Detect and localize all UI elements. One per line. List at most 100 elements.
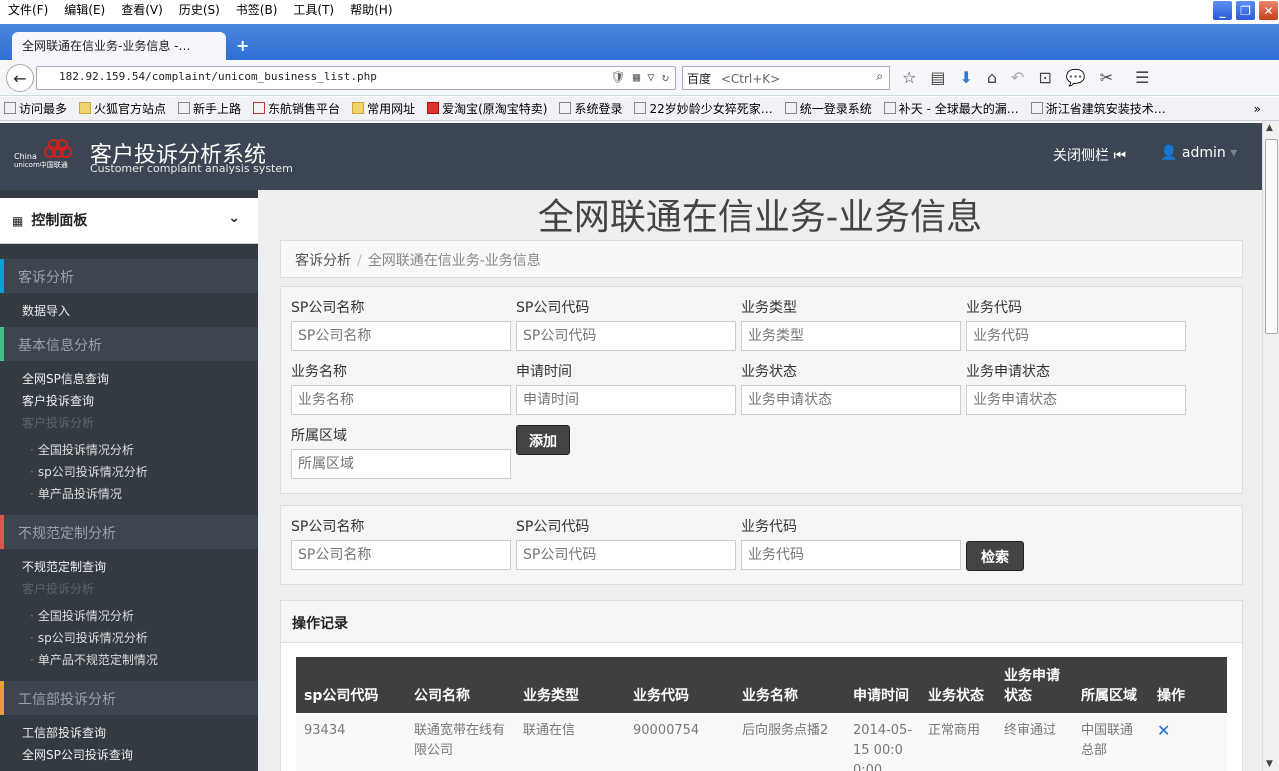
- business-type-input[interactable]: [741, 321, 961, 351]
- bookmark-item[interactable]: 系统登录: [559, 100, 622, 117]
- col-apply-time[interactable]: 申请时间: [845, 657, 920, 713]
- search-button[interactable]: 检索: [966, 541, 1024, 571]
- col-business-code[interactable]: 业务代码: [625, 657, 734, 713]
- scroll-down-icon[interactable]: ▼: [1266, 759, 1273, 769]
- col-apply-status[interactable]: 业务申请状态: [996, 657, 1073, 713]
- sidebar-section-basic-info[interactable]: 基本信息分析: [0, 327, 258, 361]
- menu-bookmarks[interactable]: 书签(B): [228, 1, 286, 18]
- page-scrollbar[interactable]: ▲ ▼: [1262, 121, 1279, 771]
- download-icon[interactable]: ⬇: [959, 68, 972, 87]
- menu-edit[interactable]: 编辑(E): [56, 1, 113, 18]
- search-business-code-input[interactable]: [741, 540, 961, 570]
- col-region[interactable]: 所属区域: [1073, 657, 1149, 713]
- col-business-status[interactable]: 业务状态: [920, 657, 996, 713]
- search-box[interactable]: 百度 <Ctrl+K> ⌕: [682, 66, 890, 90]
- user-menu[interactable]: 👤 admin ▾: [1160, 145, 1237, 161]
- business-status-input[interactable]: [741, 385, 961, 415]
- sidebar-section-complaint[interactable]: 客诉分析: [0, 259, 258, 293]
- menu-history[interactable]: 历史(S): [171, 1, 228, 18]
- menu-file[interactable]: 文件(F): [0, 1, 56, 18]
- more-bookmarks-icon[interactable]: »: [1254, 102, 1261, 116]
- window-controls: _ ❐ ✕: [1212, 0, 1279, 21]
- bookmark-item[interactable]: 新手上路: [178, 100, 241, 117]
- bookmark-item[interactable]: 常用网址: [352, 100, 415, 117]
- scrollbar-thumb[interactable]: [1265, 139, 1278, 334]
- cell-region: 中国联通总部: [1073, 713, 1149, 771]
- sidebar-section-miit[interactable]: 工信部投诉分析: [0, 681, 258, 715]
- apply-status-input[interactable]: [966, 385, 1186, 415]
- user-icon: 👤: [1160, 145, 1178, 161]
- col-action[interactable]: 操作: [1149, 657, 1227, 713]
- sp-company-name-input[interactable]: [291, 321, 511, 351]
- new-tab-button[interactable]: +: [236, 36, 249, 55]
- sidebar-item-complaint-analysis-2[interactable]: 客户投诉分析: [22, 580, 94, 597]
- back-arrow-icon[interactable]: ←: [6, 64, 34, 92]
- close-window-button[interactable]: ✕: [1258, 0, 1279, 21]
- cell-business-status: 正常商用: [920, 713, 996, 771]
- bookmark-item[interactable]: 补天 - 全球最大的漏…: [883, 100, 1019, 117]
- add-button[interactable]: 添加: [516, 425, 570, 455]
- addon-icon[interactable]: ✂: [1100, 68, 1113, 87]
- main-content: 全网联通在信业务-业务信息 客诉分析 / 全网联通在信业务-业务信息 SP公司名称 …: [258, 190, 1262, 771]
- grid-icon: ▦: [12, 214, 24, 228]
- sp-company-code-input[interactable]: [516, 321, 736, 351]
- business-code-input[interactable]: [966, 321, 1186, 351]
- sidebar-item-data-import[interactable]: 数据导入: [22, 302, 70, 319]
- sidebar-sub-sp-company-2[interactable]: sp公司投诉情况分析: [30, 629, 148, 646]
- bookmark-item[interactable]: 火狐官方站点: [79, 100, 166, 117]
- menu-help[interactable]: 帮助(H): [342, 1, 400, 18]
- dashboard-toggle[interactable]: ▦ 控制面板 ⌄: [0, 198, 258, 244]
- sidebar-sub-sp-company[interactable]: sp公司投诉情况分析: [30, 463, 148, 480]
- scroll-up-icon[interactable]: ▲: [1266, 123, 1273, 133]
- business-name-input[interactable]: [291, 385, 511, 415]
- search-sp-code-input[interactable]: [516, 540, 736, 570]
- sidebar-item-irregular-query[interactable]: 不规范定制查询: [22, 558, 106, 575]
- reading-list-icon[interactable]: ▤: [930, 68, 945, 87]
- col-business-name[interactable]: 业务名称: [734, 657, 845, 713]
- bookmark-item[interactable]: 统一登录系统: [784, 100, 872, 117]
- url-actions-icon[interactable]: 🛡 ▦ ▽ ↻: [610, 70, 669, 84]
- sidebar-sub-single-product[interactable]: 单产品投诉情况: [30, 485, 122, 502]
- bookmark-item[interactable]: 22岁妙龄少女猝死家…: [634, 100, 773, 117]
- home-icon[interactable]: ⌂: [987, 68, 997, 87]
- search-icon[interactable]: ⌕: [876, 69, 883, 84]
- minimize-button[interactable]: _: [1212, 0, 1233, 21]
- svg-text:unicom中国联通: unicom中国联通: [14, 160, 68, 169]
- chat-icon[interactable]: 💬: [1066, 68, 1086, 87]
- bookmark-item[interactable]: 东航销售平台: [253, 100, 340, 117]
- star-icon[interactable]: ☆: [902, 68, 916, 87]
- bookmark-item[interactable]: 浙江省建筑安装技术…: [1030, 100, 1166, 117]
- sidebar-item-sp-company-query[interactable]: 全网SP公司投诉查询: [22, 746, 133, 763]
- col-business-type[interactable]: 业务类型: [515, 657, 625, 713]
- crop-icon[interactable]: ⊡: [1038, 68, 1051, 87]
- sidebar-section-irregular[interactable]: 不规范定制分析: [0, 515, 258, 549]
- bookmark-item[interactable]: 访问最多: [4, 100, 67, 117]
- sidebar-sub-national-2[interactable]: 全国投诉情况分析: [30, 607, 134, 624]
- cell-business-code: 90000754: [625, 713, 734, 771]
- browser-tab[interactable]: 全网联通在信业务-业务信息 -…: [12, 32, 226, 60]
- url-bar[interactable]: 182.92.159.54/complaint/unicom_business_…: [36, 66, 676, 90]
- undo-icon[interactable]: ↶: [1011, 68, 1024, 87]
- sidebar-item-complaint-analysis[interactable]: 客户投诉分析: [22, 414, 94, 431]
- sidebar-item-sp-info[interactable]: 全网SP信息查询: [22, 370, 109, 387]
- col-sp-code[interactable]: sp公司代码: [296, 657, 406, 713]
- delete-icon[interactable]: ✕: [1157, 721, 1170, 740]
- menu-view[interactable]: 查看(V): [113, 1, 171, 18]
- col-company-name[interactable]: 公司名称: [406, 657, 515, 713]
- bookmark-item[interactable]: 爱淘宝(原淘宝特卖): [427, 100, 547, 117]
- sidebar-item-complaint-query[interactable]: 客户投诉查询: [22, 392, 94, 409]
- close-sidebar-button[interactable]: 关闭侧栏 ⏮: [1053, 145, 1126, 165]
- apply-time-input[interactable]: [516, 385, 736, 415]
- search-sp-name-input[interactable]: [291, 540, 511, 570]
- cell-company-name: 联通宽带在线有限公司: [406, 713, 515, 771]
- bookmark-icon: [253, 102, 266, 114]
- menu-tools[interactable]: 工具(T): [285, 1, 342, 18]
- maximize-button[interactable]: ❐: [1235, 0, 1256, 21]
- sidebar-item-miit-query[interactable]: 工信部投诉查询: [22, 724, 106, 741]
- breadcrumb-link[interactable]: 客诉分析: [295, 253, 351, 269]
- sidebar-sub-national[interactable]: 全国投诉情况分析: [30, 441, 134, 458]
- menu-icon[interactable]: ☰: [1135, 68, 1149, 87]
- region-input[interactable]: [291, 449, 511, 479]
- sidebar-sub-single-product-2[interactable]: 单产品不规范定制情况: [30, 651, 158, 668]
- table-header-row: sp公司代码 公司名称 业务类型 业务代码 业务名称 申请时间 业务状态 业务申…: [296, 657, 1227, 713]
